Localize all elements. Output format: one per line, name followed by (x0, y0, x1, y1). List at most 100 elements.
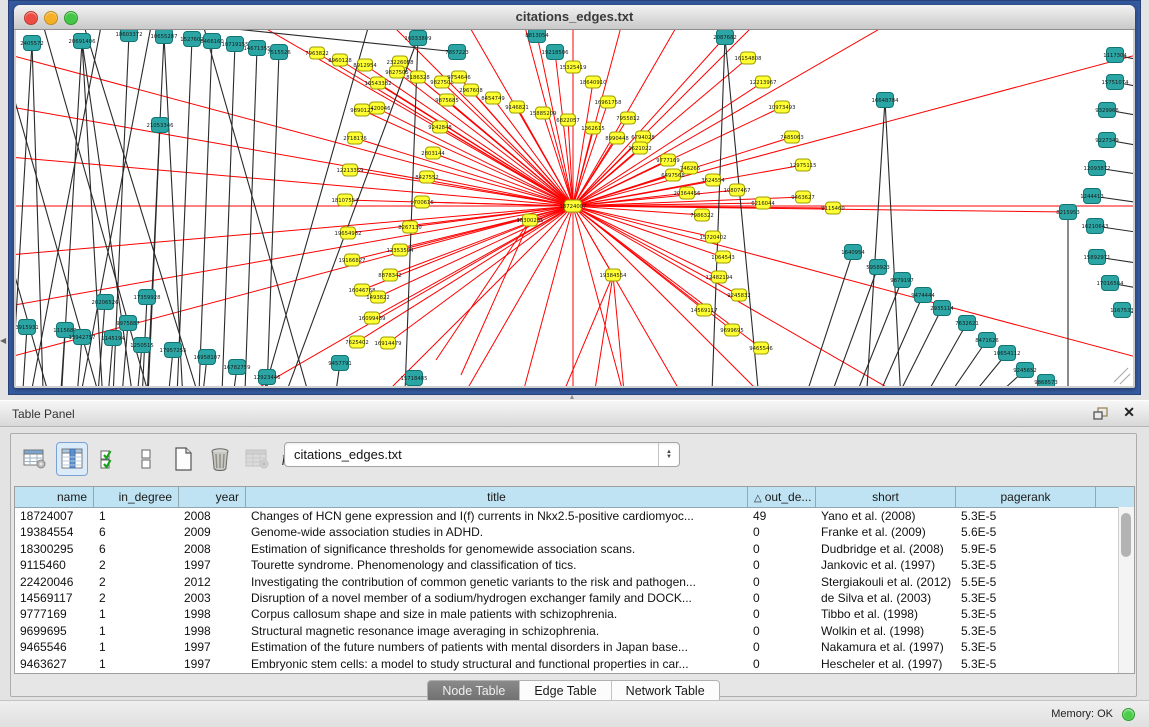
table-cell[interactable]: Disruption of a novel member of a sodium… (246, 590, 748, 606)
graph-node[interactable]: 16914479 (375, 337, 402, 349)
table-row[interactable]: 2242004622012Investigating the contribut… (15, 574, 1134, 590)
table-cell[interactable]: Investigating the contribution of common… (246, 574, 748, 590)
table-cell[interactable]: Jankovic et al. (1997) (816, 557, 956, 573)
graph-node[interactable]: 9868573 (1034, 375, 1058, 387)
graph-node[interactable]: 8454749 (481, 92, 505, 104)
graph-edge[interactable] (378, 83, 573, 206)
graph-edge[interactable] (433, 153, 573, 206)
table-cell[interactable]: 5.6E-5 (956, 524, 1096, 540)
table-cell[interactable]: 49 (748, 508, 816, 524)
table-cell[interactable]: 1 (94, 508, 179, 524)
table-cell[interactable]: 5.3E-5 (956, 557, 1096, 573)
table-cell[interactable]: Structural magnetic resonance image aver… (246, 623, 748, 639)
graph-edge[interactable] (266, 52, 279, 386)
graph-node[interactable]: 10655287 (151, 30, 178, 44)
table-cell[interactable]: 2 (94, 557, 179, 573)
table-cell[interactable]: 0 (748, 639, 816, 655)
graph-node[interactable]: 9465546 (749, 342, 773, 354)
table-cell[interactable]: 0 (748, 557, 816, 573)
table-cell[interactable]: 1998 (179, 606, 246, 622)
graph-node[interactable]: 12213359 (337, 164, 364, 176)
graph-edge[interactable] (573, 30, 1023, 206)
panel-collapse-icon[interactable]: ◀ (0, 336, 6, 345)
graph-node[interactable]: 7515526 (267, 45, 291, 60)
table-cell[interactable]: 0 (748, 524, 816, 540)
column-header-out_de[interactable]: △out_de... (748, 487, 816, 507)
graph-node[interactable]: 8990448 (605, 132, 629, 144)
graph-edge[interactable] (404, 38, 418, 386)
table-row[interactable]: 1456911722003Disruption of a novel membe… (15, 590, 1134, 606)
graph-edge[interactable] (885, 100, 902, 386)
network-canvas[interactable]: 2405572206914061860337210655287152760284… (16, 30, 1133, 386)
graph-edge[interactable] (573, 30, 806, 206)
table-cell[interactable]: de Silva et al. (2003) (816, 590, 956, 606)
table-cell[interactable]: Genome-wide association studies in ADHD. (246, 524, 748, 540)
table-cell[interactable]: Franke et al. (2009) (816, 524, 956, 540)
graph-edge[interactable] (146, 36, 164, 386)
table-cell[interactable]: 9777169 (15, 606, 94, 622)
table-cell[interactable]: 1 (94, 639, 179, 655)
graph-edge[interactable] (798, 252, 853, 386)
table-cell[interactable]: 5.3E-5 (956, 590, 1096, 606)
table-cell[interactable]: 2012 (179, 574, 246, 590)
graph-node[interactable]: 16648784 (872, 93, 900, 108)
graph-node[interactable]: 2967608 (459, 84, 483, 96)
graph-node[interactable]: 2718176 (343, 132, 367, 144)
graph-node[interactable]: 6794028 (631, 131, 655, 143)
graph-node[interactable]: 19218506 (542, 45, 570, 60)
graph-edge[interactable] (176, 39, 192, 386)
graph-node[interactable]: 14569117 (691, 304, 718, 316)
table-cell[interactable]: 5.3E-5 (956, 508, 1096, 524)
graph-edge[interactable] (932, 340, 987, 386)
table-cell[interactable]: 0 (748, 541, 816, 557)
graph-node[interactable]: 16958107 (194, 350, 221, 365)
table-cell[interactable]: Hescheler et al. (1997) (816, 656, 956, 672)
graph-edge[interactable] (244, 48, 257, 386)
graph-node[interactable]: 8471626 (975, 333, 999, 348)
graph-node[interactable]: 12923446 (254, 370, 282, 385)
graph-node[interactable]: 8813054 (525, 30, 549, 43)
graph-node[interactable]: 9699695 (720, 324, 744, 336)
graph-node[interactable]: 9245652 (1013, 363, 1037, 378)
table-cell[interactable]: 18724007 (15, 508, 94, 524)
column-header-year[interactable]: year (179, 487, 246, 507)
new-table-button[interactable] (167, 442, 199, 476)
graph-node[interactable]: 16154808 (735, 52, 763, 64)
table-scrollbar-thumb[interactable] (1121, 513, 1131, 557)
graph-node[interactable]: 9115460 (821, 202, 845, 214)
table-cell[interactable]: 5.3E-5 (956, 606, 1096, 622)
graph-node[interactable]: 20364456 (674, 187, 702, 199)
table-cell[interactable]: 5.3E-5 (956, 623, 1096, 639)
graph-node[interactable]: 19384554 (600, 269, 628, 281)
table-row[interactable]: 946362711997Embryonic stem cells: a mode… (15, 656, 1134, 672)
graph-node[interactable]: 9329966 (1095, 103, 1119, 118)
table-cell[interactable]: 0 (748, 606, 816, 622)
graph-node[interactable]: 1167533 (1110, 303, 1133, 318)
graph-node[interactable]: 19654982 (335, 227, 362, 239)
table-cell[interactable]: 9463627 (15, 656, 94, 672)
table-cell[interactable]: Changes of HCN gene expression and I(f) … (246, 508, 748, 524)
graph-edge[interactable] (912, 323, 967, 386)
table-cell[interactable]: 18300295 (15, 541, 94, 557)
graph-node[interactable]: 10654112 (994, 346, 1021, 361)
table-cell[interactable]: Corpus callosum shape and size in male p… (246, 606, 748, 622)
column-header-pagerank[interactable]: pagerank (956, 487, 1096, 507)
tab-node-table[interactable]: Node Table (428, 681, 520, 702)
table-cell[interactable]: 2009 (179, 524, 246, 540)
table-settings-button[interactable] (19, 442, 51, 476)
graph-node[interactable]: 746266 (680, 162, 701, 174)
delete-column-button[interactable] (241, 442, 273, 476)
table-cell[interactable]: 2008 (179, 508, 246, 524)
graph-node[interactable]: 21053346 (147, 118, 175, 133)
table-cell[interactable]: Nakamura et al. (1997) (816, 639, 956, 655)
graph-node[interactable]: 7955812 (616, 112, 640, 124)
column-header-short[interactable]: short (816, 487, 956, 507)
graph-edge[interactable] (573, 206, 1133, 386)
table-cell[interactable]: 1 (94, 606, 179, 622)
table-cell[interactable]: Tibbo et al. (1998) (816, 606, 956, 622)
table-cell[interactable]: 5.3E-5 (956, 639, 1096, 655)
table-cell[interactable]: 0 (748, 623, 816, 639)
graph-node[interactable]: 9474444 (911, 288, 935, 303)
table-cell[interactable]: Dudbridge et al. (2008) (816, 541, 956, 557)
graph-node[interactable]: 18107554 (332, 194, 360, 206)
